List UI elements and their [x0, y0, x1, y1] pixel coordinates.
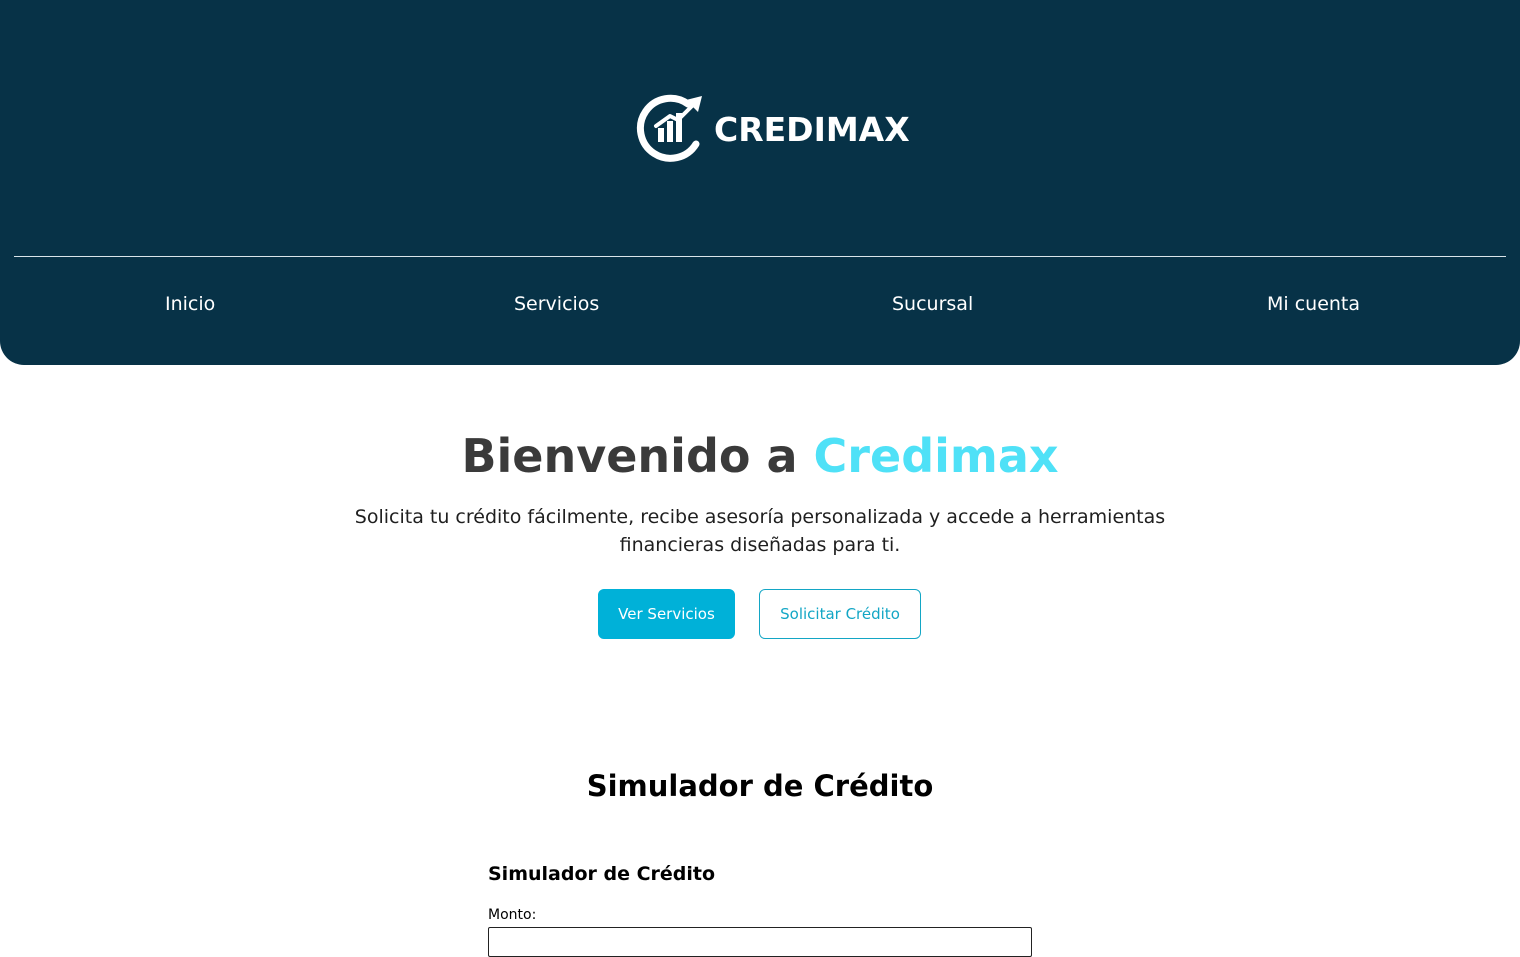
nav-link-sucursal[interactable]: Sucursal [892, 291, 973, 317]
simulator-card-title: Simulador de Crédito [488, 863, 716, 885]
brand-name: CREDIMAX [714, 109, 910, 149]
solicitar-credito-button[interactable]: Solicitar Crédito [759, 589, 921, 639]
nav-link-inicio[interactable]: Inicio [165, 291, 215, 317]
amount-label: Monto: [488, 907, 537, 923]
growth-chart-arrow-circle-icon [636, 94, 702, 162]
simulator-section-title: Simulador de Crédito [586, 769, 934, 803]
hero-title: Bienvenido a Credimax [0, 426, 1520, 486]
nav-link-mi-cuenta[interactable]: Mi cuenta [1267, 291, 1360, 317]
header-divider [14, 256, 1506, 257]
brand-logo[interactable]: CREDIMAX [636, 92, 910, 166]
hero-subtitle: Solicita tu crédito fácilmente, recibe a… [354, 506, 1166, 556]
hero-title-accent: Credimax [813, 429, 1059, 483]
ver-servicios-button[interactable]: Ver Servicios [598, 589, 735, 639]
site-header: CREDIMAX Inicio Servicios Sucursal Mi cu… [0, 0, 1520, 365]
nav-link-servicios[interactable]: Servicios [514, 291, 599, 317]
amount-input[interactable] [488, 927, 1032, 957]
hero-title-prefix: Bienvenido a [461, 429, 814, 483]
